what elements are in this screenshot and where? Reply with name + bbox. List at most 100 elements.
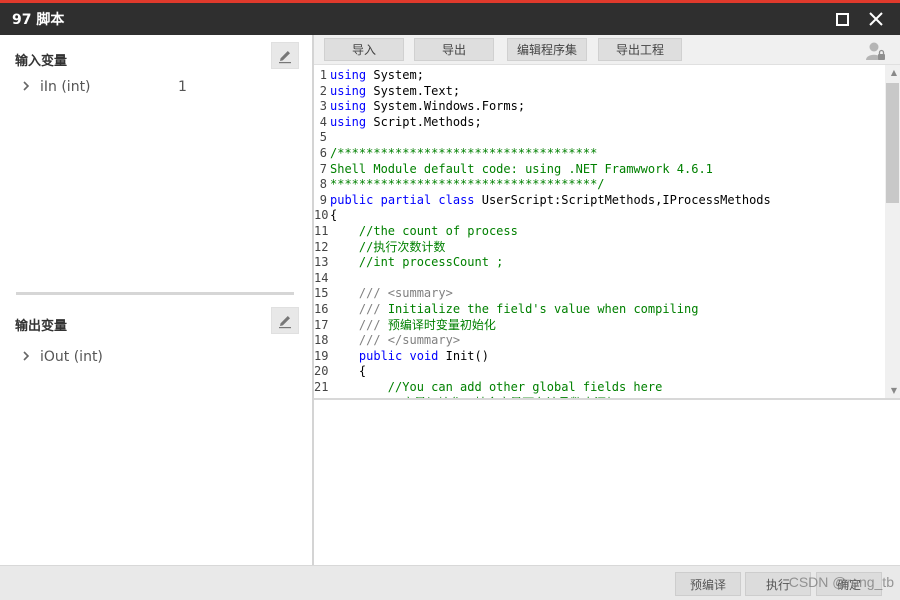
code-token: UserScript:ScriptMethods,IProcessMethods — [474, 192, 771, 207]
edit-input-variables-button[interactable] — [271, 42, 299, 69]
line-number: 4 — [319, 114, 327, 129]
bottom-bar: 预编译 执行 确定 CSDN @rong_tb — [0, 565, 900, 600]
input-variable-value: 1 — [178, 79, 187, 95]
code-token: //变量初始化，其余变量可在该函数中添加 — [388, 396, 618, 398]
code-token: using — [330, 68, 367, 82]
line-number: 16 — [314, 302, 329, 316]
code-editor[interactable]: 1 using System; 2 using System.Text; 3 using … — [314, 65, 900, 400]
code-token: //You can add other global fields here — [387, 380, 663, 394]
code-line: 7 Shell Module default code: using .NET F… — [314, 162, 713, 178]
window-title: 97 脚本 — [12, 12, 65, 28]
code-token: //执行次数计数 — [358, 239, 446, 254]
code-line: 20 { — [314, 364, 366, 380]
code-line: 15 /// <summary> — [314, 286, 453, 302]
line-number: 14 — [314, 270, 329, 285]
line-number: 10 — [314, 208, 329, 223]
import-button[interactable]: 导入 — [324, 38, 404, 61]
title-bar: 97 脚本 — [0, 0, 900, 35]
edit-output-variables-button[interactable] — [271, 307, 299, 334]
code-token: class — [438, 192, 475, 207]
input-variables-title: 输入变量 — [15, 54, 68, 69]
line-number: 5 — [319, 130, 327, 145]
code-token: using — [330, 83, 367, 98]
code-token: Initialize the field's value when compil… — [387, 302, 699, 316]
export-button[interactable]: 导出 — [414, 38, 494, 61]
code-line: 3 using System.Windows.Forms; — [314, 99, 525, 115]
line-number: 18 — [314, 333, 329, 348]
code-token: //int processCount ; — [358, 255, 504, 270]
line-number: 8 — [319, 177, 327, 192]
code-line: 16 /// Initialize the field's value when… — [314, 302, 698, 318]
code-token: partial — [380, 192, 432, 207]
line-number: 9 — [319, 192, 327, 207]
code-line: 17 /// 预编译时变量初始化 — [314, 318, 496, 334]
line-number: 2 — [319, 83, 327, 98]
line-number: 11 — [314, 224, 329, 238]
code-token: *************************************/ — [330, 177, 605, 192]
input-variable-row[interactable]: iIn (int) — [22, 79, 91, 95]
pencil-icon — [279, 50, 291, 63]
input-variable-name: iIn (int) — [40, 79, 91, 95]
maximize-button[interactable] — [826, 3, 858, 35]
code-token: public — [330, 192, 374, 207]
code-token: using — [330, 114, 367, 129]
code-line: 11 //the count of process — [314, 224, 518, 240]
line-number: 1 — [319, 68, 327, 82]
scroll-down-icon[interactable]: ▼ — [891, 386, 897, 395]
code-line: 14 — [314, 271, 330, 287]
code-line: 6/************************************ — [314, 146, 598, 162]
code-line: 18 /// </summary> — [314, 333, 460, 349]
code-line: 4 using Script.Methods; — [314, 115, 482, 131]
close-icon — [869, 12, 883, 26]
line-number: 21 — [314, 380, 329, 394]
user-lock-icon[interactable] — [864, 40, 886, 62]
line-number: 19 — [314, 348, 329, 363]
code-token: /// </summary> — [358, 333, 461, 348]
output-variable-row[interactable]: iOut (int) — [22, 349, 103, 365]
code-line: 2 using System.Text; — [314, 84, 460, 100]
section-divider[interactable] — [16, 292, 294, 295]
editor-scrollbar[interactable]: ▲ ▼ — [885, 65, 900, 398]
code-line: 21 //You can add other global fields her… — [314, 380, 662, 396]
code-token: { — [330, 364, 367, 379]
code-token: /// — [358, 317, 388, 332]
chevron-right-icon — [22, 350, 34, 364]
chevron-right-icon — [22, 80, 34, 94]
output-variables-title: 输出变量 — [15, 319, 68, 334]
watermark-text: CSDN @rong_tb — [788, 574, 894, 590]
code-line: 10{ — [314, 208, 337, 224]
line-number: 13 — [314, 255, 329, 270]
close-button[interactable] — [860, 3, 892, 35]
code-token: Shell Module default code: using .NET Fr… — [330, 161, 713, 176]
code-token: Script.Methods; — [366, 114, 482, 129]
code-token: System.Windows.Forms; — [366, 99, 526, 114]
scroll-up-icon[interactable]: ▲ — [891, 68, 897, 77]
variables-panel: 输入变量 iIn (int) 1 输出变量 iOut (int) — [0, 35, 312, 565]
precompile-button[interactable]: 预编译 — [675, 572, 741, 596]
line-number: 15 — [314, 286, 329, 301]
code-token: { — [330, 208, 338, 223]
line-number: 3 — [319, 99, 327, 114]
code-token: /************************************ — [330, 146, 598, 160]
code-token: //the count of process — [358, 224, 518, 238]
scrollbar-thumb[interactable] — [886, 83, 899, 203]
code-token: public — [358, 348, 403, 363]
code-line: 22 //变量初始化，其余变量可在该函数中添加 — [314, 396, 618, 398]
code-line: 13 //int processCount ; — [314, 255, 503, 271]
export-project-button[interactable]: 导出工程 — [598, 38, 682, 61]
line-number: 22 — [314, 396, 330, 398]
editor-toolbar: 导入 导出 编辑程序集 导出工程 — [314, 35, 900, 65]
edit-assembly-button[interactable]: 编辑程序集 — [507, 38, 587, 61]
